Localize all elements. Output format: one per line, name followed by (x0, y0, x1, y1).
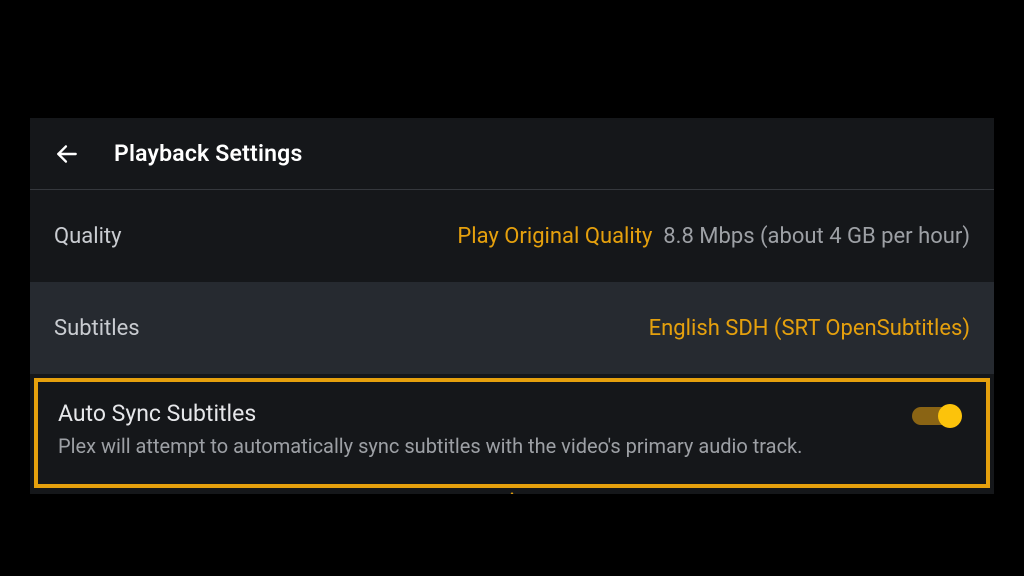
bottom-indicator (504, 488, 520, 494)
settings-panel: Playback Settings Quality Play Original … (30, 118, 994, 494)
autosync-toggle[interactable] (912, 404, 962, 428)
row-quality[interactable]: Quality Play Original Quality 8.8 Mbps (… (30, 190, 994, 282)
row-subtitles-value-accent: English SDH (SRT OpenSubtitles) (649, 316, 970, 341)
row-autosync[interactable]: Auto Sync Subtitles Plex will attempt to… (34, 378, 990, 488)
page-title: Playback Settings (114, 140, 302, 167)
row-quality-value: Play Original Quality 8.8 Mbps (about 4 … (457, 224, 970, 249)
row-subtitles[interactable]: Subtitles English SDH (SRT OpenSubtitles… (30, 282, 994, 374)
arrow-left-icon (54, 141, 80, 167)
panel-header: Playback Settings (30, 118, 994, 190)
toggle-thumb (938, 404, 962, 428)
row-quality-value-muted: 8.8 Mbps (about 4 GB per hour) (663, 224, 970, 249)
row-quality-label: Quality (54, 224, 122, 249)
row-autosync-text: Auto Sync Subtitles Plex will attempt to… (58, 400, 802, 460)
row-autosync-title: Auto Sync Subtitles (58, 400, 802, 427)
row-subtitles-label: Subtitles (54, 316, 140, 341)
row-autosync-highlight: Auto Sync Subtitles Plex will attempt to… (30, 374, 994, 492)
row-subtitles-value: English SDH (SRT OpenSubtitles) (649, 316, 970, 341)
caret-up-icon (504, 488, 520, 494)
row-autosync-description: Plex will attempt to automatically sync … (58, 433, 802, 460)
back-button[interactable] (52, 139, 82, 169)
row-quality-value-accent: Play Original Quality (457, 224, 652, 249)
